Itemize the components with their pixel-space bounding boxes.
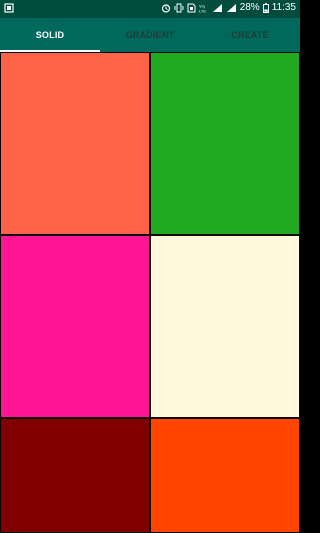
notification-icon (4, 3, 14, 13)
color-swatch[interactable] (0, 52, 150, 235)
color-swatch[interactable] (0, 235, 150, 418)
vibrate-icon (174, 3, 184, 13)
signal-icon-2 (226, 3, 237, 13)
tab-gradient[interactable]: GRADIENT (100, 18, 200, 52)
signal-icon (212, 3, 223, 13)
battery-percent: 28% (239, 2, 260, 13)
svg-text:LTE: LTE (199, 8, 206, 13)
vo-lte-icon: Vo) LTE (199, 3, 209, 13)
color-swatch[interactable] (150, 235, 300, 418)
tab-bar: SOLID GRADIENT CREATE (0, 18, 300, 52)
alarm-icon (161, 3, 171, 13)
color-swatch[interactable] (150, 418, 300, 533)
battery-icon (262, 2, 269, 13)
color-swatch[interactable] (150, 52, 300, 235)
tab-create[interactable]: CREATE (200, 18, 300, 52)
status-bar: Vo) LTE 28% 11:35 (0, 0, 300, 18)
tab-solid[interactable]: SOLID (0, 18, 100, 52)
color-grid (0, 52, 300, 533)
status-icons: Vo) LTE 28% 11:35 (161, 2, 296, 13)
sim-icon (187, 3, 196, 13)
color-swatch[interactable] (0, 418, 150, 533)
clock: 11:35 (271, 2, 296, 13)
